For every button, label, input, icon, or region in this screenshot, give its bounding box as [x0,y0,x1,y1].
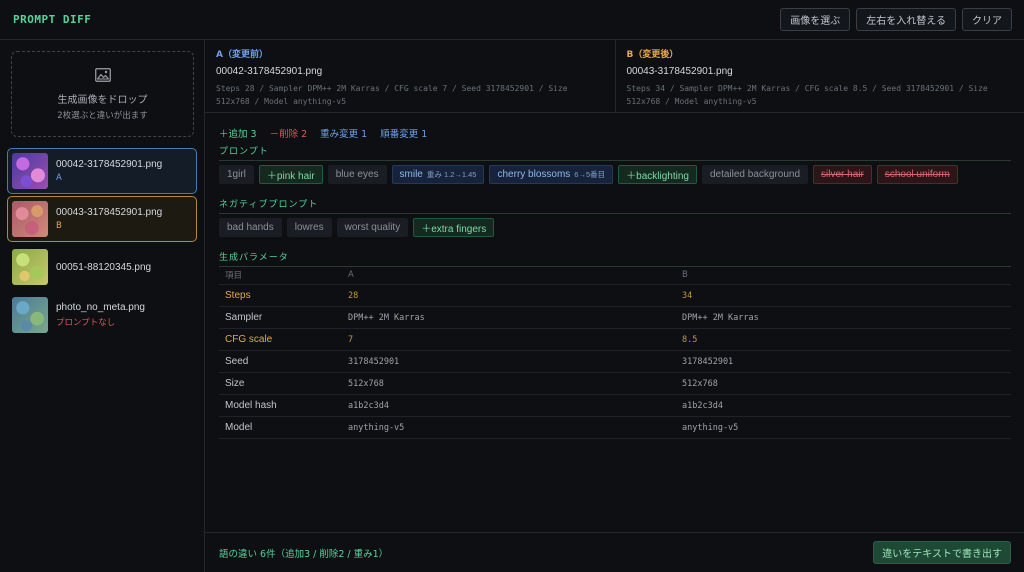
prompt-token-removed: school uniform [876,165,958,184]
file-item[interactable]: 00051-88120345.png [7,244,197,290]
prompt-token-removed: silver hair [813,165,872,184]
file-item-b[interactable]: 00043-3178452901.png B [7,196,197,242]
param-key: Sampler [225,312,263,323]
param-value-a: anything-v5 [348,422,405,433]
image-icon [94,67,111,82]
weight-change-count: 重み変更 1 [320,129,368,140]
clear-button[interactable]: クリア [962,8,1012,31]
file-thumbnail [12,249,48,285]
side-b-params: Steps 34 / Sampler DPM++ 2M Karras / CFG… [626,84,988,106]
file-thumbnail [12,297,48,333]
prompt-token: 1girl [219,165,254,184]
table-row: Steps 28 34 [219,285,1011,307]
file-thumbnail [12,201,48,237]
side-a-file: 00042-3178452901.png [216,66,323,77]
param-key: CFG scale [225,334,273,345]
table-row: Model anything-v5 anything-v5 [219,417,1011,439]
param-value-b: anything-v5 [682,422,739,433]
param-value-a: a1b2c3d4 [348,400,389,411]
param-key: Model hash [225,400,277,411]
added-count: ＋追加 3 [219,129,257,140]
diff-count-summary: 語の違い 6件（追加3 / 削除2 / 重み1） [219,548,389,560]
param-value-b: 512x768 [682,378,718,389]
swap-sides-button[interactable]: 左右を入れ替える [856,8,956,31]
prompt-token-weight-changed: smile 重み 1.2→1.45 [391,165,485,184]
param-key: Seed [225,356,249,367]
prompt-token: detailed background [701,165,809,184]
file-name: 00051-88120345.png [56,261,152,273]
param-value-b: 3178452901 [682,356,734,367]
negative-token-added: ＋extra fingers [413,218,495,237]
file-item-a[interactable]: 00042-3178452901.png A [7,148,197,194]
negative-tokens: bad hands lowres worst quality ＋extra fi… [219,218,495,237]
image-dropzone[interactable]: 生成画像をドロップ 2枚選ぶと違いが出ます [11,51,194,137]
param-value-a: DPM++ 2M Karras [348,312,425,323]
removed-count: －削除 2 [269,129,308,140]
table-row: Size 512x768 512x768 [219,373,1011,395]
negative-token: lowres [286,218,332,237]
prompt-token-added: ＋pink hair [258,165,323,184]
prompt-tokens: 1girl ＋pink hair blue eyes smile 重み 1.2→1… [219,165,958,184]
export-diff-button[interactable]: 違いをテキストで書き出す [873,541,1011,564]
header-actions: 画像を選ぶ 左右を入れ替える クリア [780,8,1012,31]
app-header: PROMPT DIFF 画像を選ぶ 左右を入れ替える クリア [0,0,1024,40]
dropzone-subtitle: 2枚選ぶと違いが出ます [57,110,148,121]
table-row: CFG scale 7 8.5 [219,329,1011,351]
prompt-token-order-changed: cherry blossoms 6→5番目 [489,165,614,184]
param-value-b: a1b2c3d4 [682,400,723,411]
dropzone-title: 生成画像をドロップ [57,94,148,106]
param-key: Steps [225,290,251,301]
table-row: Sampler DPM++ 2M Karras DPM++ 2M Karras [219,307,1011,329]
table-header-row: 項目 A B [219,265,1011,285]
param-value-a: 28 [348,290,359,301]
negative-token: bad hands [219,218,282,237]
param-value-b: 8.5 [682,334,698,345]
prompt-section-title: プロンプト [219,144,1011,161]
param-value-b: DPM++ 2M Karras [682,312,759,323]
param-value-b: 34 [682,290,693,301]
compare-side-a: A（変更前） 00042-3178452901.png Steps 28 / S… [205,40,615,112]
side-b-file: 00043-3178452901.png [626,66,733,77]
file-thumbnail [12,153,48,189]
table-row: Seed 3178452901 3178452901 [219,351,1011,373]
diff-summary: ＋追加 3 －削除 2 重み変更 1 順番変更 1 [219,126,427,140]
side-a-label: A（変更前） [216,50,268,60]
table-row: Model hash a1b2c3d4 a1b2c3d4 [219,395,1011,417]
choose-images-button[interactable]: 画像を選ぶ [780,8,851,31]
side-b-label: B（変更後） [626,50,679,60]
file-tag: B [56,221,62,231]
param-key: Size [225,378,245,389]
compare-header: A（変更前） 00042-3178452901.png Steps 28 / S… [205,40,1024,113]
params-table: 項目 A B Steps 28 34 Sampler DPM++ 2M Karr… [219,265,1011,439]
side-a-params: Steps 28 / Sampler DPM++ 2M Karras / CFG… [216,84,568,106]
prompt-token: blue eyes [327,165,387,184]
param-value-a: 512x768 [348,378,384,389]
no-prompt-badge: プロンプトなし [56,318,116,328]
file-name: photo_no_meta.png [56,302,145,313]
footer: 語の違い 6件（追加3 / 削除2 / 重み1） 違いをテキストで書き出す [205,532,1024,572]
column-header: 項目 [225,270,243,281]
param-value-a: 7 [348,334,354,345]
column-header: B [682,269,688,280]
negative-token: worst quality [336,218,409,237]
app-title: PROMPT DIFF [13,13,92,26]
file-name: 00042-3178452901.png [56,159,163,170]
compare-side-b: B（変更後） 00043-3178452901.png Steps 34 / S… [614,40,1024,112]
file-item[interactable]: photo_no_meta.png プロンプトなし [7,292,197,338]
file-name: 00043-3178452901.png [56,207,163,218]
order-change-count: 順番変更 1 [380,129,428,140]
param-value-a: 3178452901 [348,356,400,367]
negative-section-title: ネガティブプロンプト [219,197,1011,214]
prompt-token-added: ＋backlighting [618,165,697,184]
column-header: A [348,269,354,280]
sidebar: 生成画像をドロップ 2枚選ぶと違いが出ます 00042-3178452901.p… [0,40,205,572]
param-key: Model [225,422,253,433]
file-tag: A [56,173,62,183]
